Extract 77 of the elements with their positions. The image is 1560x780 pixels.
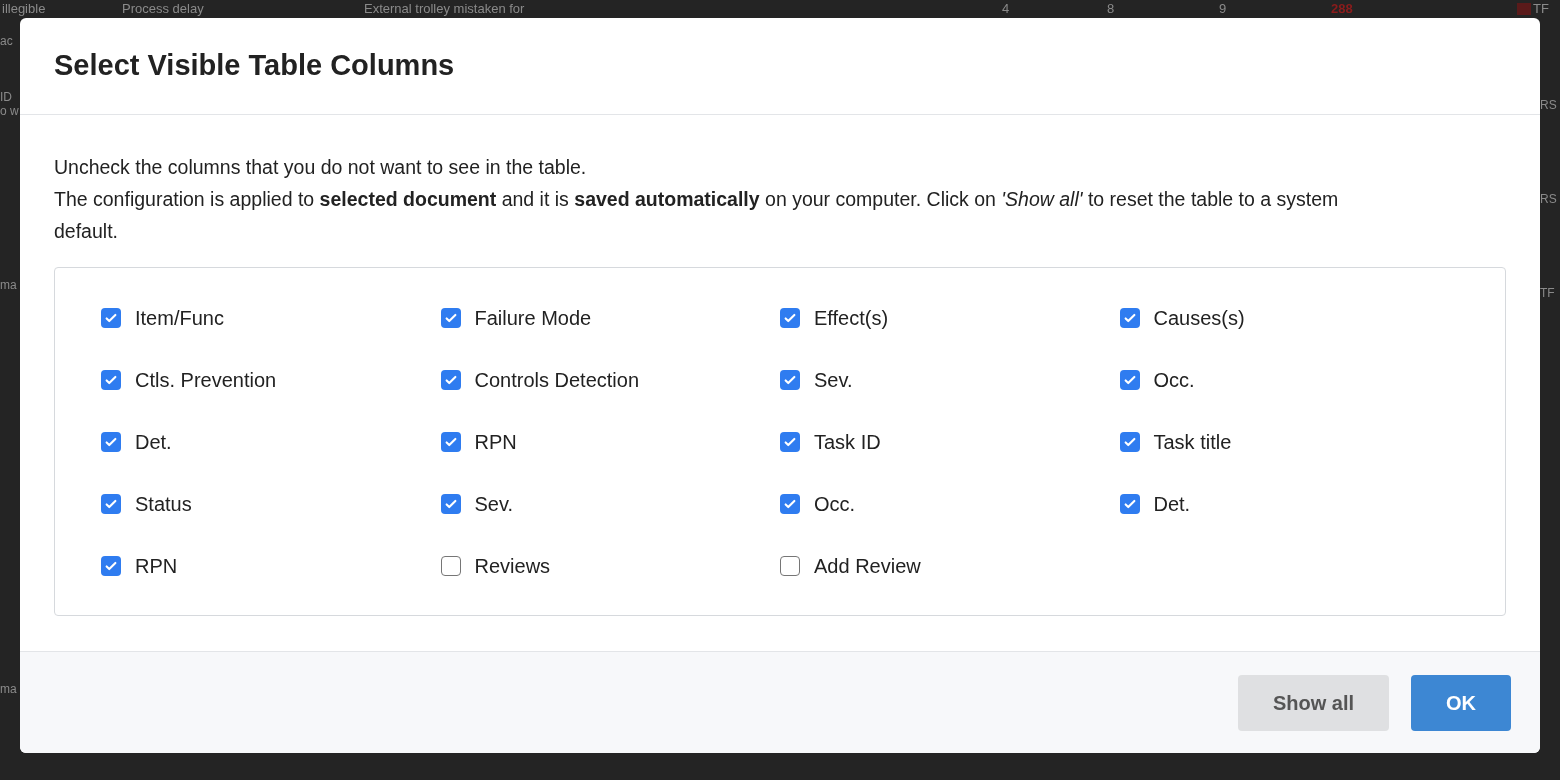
checkmark-icon	[783, 311, 797, 325]
checkmark-icon	[443, 435, 458, 449]
checkbox-label[interactable]: Task title	[1153, 426, 1232, 458]
checkbox-label[interactable]: RPN	[135, 550, 178, 582]
instruction-text: Uncheck the columns that you do not want to see in the table.	[54, 155, 588, 180]
checkbox[interactable]	[101, 494, 121, 514]
checkmark-icon	[104, 435, 118, 449]
checkbox[interactable]	[780, 494, 800, 514]
checkbox[interactable]	[440, 556, 461, 576]
checkbox-label[interactable]: Controls Detection	[474, 364, 640, 396]
checkbox-label[interactable]: Ctls. Prevention	[135, 364, 277, 396]
checkbox-label[interactable]: Add Review	[814, 550, 921, 582]
checkbox[interactable]	[780, 308, 800, 328]
checkmark-icon	[443, 497, 458, 511]
checkmark-icon	[104, 373, 118, 387]
flag-icon	[1517, 3, 1531, 15]
checkbox[interactable]	[1119, 370, 1140, 390]
checkbox[interactable]	[1119, 494, 1140, 514]
table-cell: 9	[1219, 0, 1227, 18]
checkbox-label[interactable]: Occ.	[814, 488, 856, 520]
table-cell-text: ma	[0, 682, 18, 696]
checkbox[interactable]	[780, 432, 800, 452]
checkbox-label[interactable]: Reviews	[474, 550, 551, 582]
checkbox-label[interactable]: Det.	[135, 426, 172, 458]
checkbox[interactable]	[780, 370, 800, 390]
table-cell: TF	[1533, 0, 1549, 18]
table-cell-text: ac	[0, 34, 14, 48]
checkbox[interactable]	[440, 370, 461, 390]
checkmark-icon	[1122, 435, 1137, 449]
checkmark-icon	[443, 311, 458, 325]
table-cell: 4	[1002, 0, 1010, 18]
checkbox[interactable]	[101, 432, 121, 452]
show-all-button[interactable]: Show all	[1238, 674, 1389, 731]
checkbox[interactable]	[780, 556, 800, 576]
checkbox[interactable]	[440, 494, 461, 514]
checkmark-icon	[1122, 311, 1137, 325]
checkbox[interactable]	[1119, 432, 1140, 452]
checkbox-label[interactable]: Sev.	[814, 364, 853, 396]
table-cell: Process delay	[122, 0, 204, 18]
checkbox-label[interactable]: Failure Mode	[474, 302, 592, 334]
table-cell-text: TF	[1540, 286, 1556, 300]
checkbox-label[interactable]: Occ.	[1153, 364, 1195, 396]
ok-button[interactable]: OK	[1411, 674, 1511, 731]
table-cell-text: ID	[0, 90, 13, 104]
table-cell: o w	[0, 104, 20, 118]
checkmark-icon	[1122, 373, 1137, 387]
checkbox-label[interactable]: Item/Func	[135, 302, 224, 334]
checkbox[interactable]	[440, 432, 461, 452]
checkbox-label[interactable]: Det.	[1153, 488, 1191, 520]
table-cell-text: RS	[1540, 192, 1558, 206]
checkbox-label[interactable]: Status	[135, 488, 192, 520]
table-cell: External trolley mistaken for	[364, 0, 525, 18]
checkbox-label[interactable]: Task ID	[814, 426, 881, 458]
checkmark-icon	[443, 373, 458, 387]
checkmark-icon	[104, 559, 118, 573]
checkbox[interactable]	[1119, 308, 1140, 328]
checkbox-label[interactable]: Sev.	[474, 488, 514, 520]
table-cell-text: RS	[1540, 98, 1558, 112]
checkbox[interactable]	[101, 370, 121, 390]
checkmark-icon	[783, 435, 797, 449]
table-cell: illegible	[2, 0, 46, 18]
checkbox-label[interactable]: Causes(s)	[1153, 302, 1245, 334]
table-cell: 288	[1331, 0, 1353, 18]
checkbox-label[interactable]: RPN	[474, 426, 517, 458]
checkbox-label[interactable]: Effect(s)	[814, 302, 889, 334]
checkmark-icon	[783, 497, 797, 511]
checkbox[interactable]	[101, 556, 121, 576]
description-text: The configuration is applied to selected document and it is saved automatically on your computer. Click on 'Show all' to reset the table to a system default.	[54, 187, 1340, 244]
checkmark-icon	[104, 497, 118, 511]
checkmark-icon	[1122, 497, 1137, 511]
dialog-title: Select Visible Table Columns	[54, 48, 455, 84]
checkbox[interactable]	[440, 308, 461, 328]
table-cell: 8	[1107, 0, 1115, 18]
checkmark-icon	[104, 311, 118, 325]
table-cell-text: ma	[0, 278, 18, 292]
checkmark-icon	[783, 373, 797, 387]
checkbox[interactable]	[101, 308, 121, 328]
